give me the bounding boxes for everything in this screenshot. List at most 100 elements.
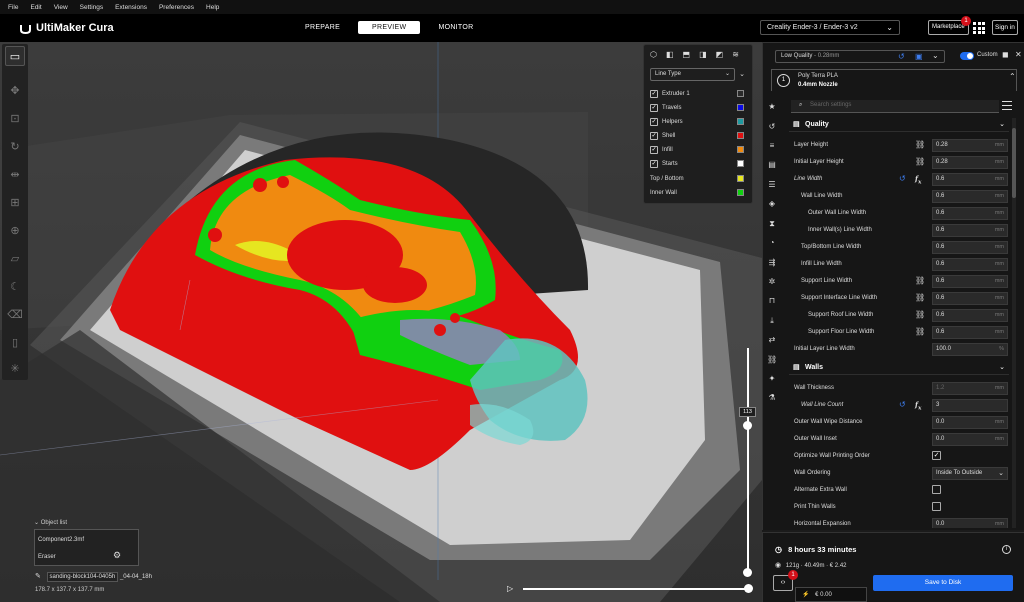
scale-icon[interactable]: ⊡ bbox=[5, 108, 25, 128]
cube-left-icon[interactable]: ◨ bbox=[699, 50, 707, 59]
experimental-icon[interactable]: ⚗ bbox=[767, 393, 777, 403]
menu-help[interactable]: Help bbox=[206, 4, 219, 11]
extruder-toggle[interactable]: ✓ Extruder 1 bbox=[650, 88, 748, 99]
starts-toggle[interactable]: ✓ Starts bbox=[650, 158, 748, 169]
setting-checkbox[interactable] bbox=[932, 502, 941, 511]
cylinder-icon[interactable]: ▯ bbox=[5, 332, 25, 352]
play-simulation-icon[interactable]: ▷ bbox=[507, 584, 513, 593]
checkbox-icon[interactable]: ✓ bbox=[650, 117, 658, 126]
job-name-field[interactable]: sanding-block104-0405h bbox=[46, 572, 119, 582]
infill-toggle[interactable]: ✓ Infill bbox=[650, 144, 748, 155]
checkbox-icon[interactable]: ✓ bbox=[650, 103, 658, 112]
travels-toggle[interactable]: ✓ Travels bbox=[650, 102, 748, 113]
setting-value-field[interactable]: 0.28 mm bbox=[932, 156, 1008, 169]
setting-value-field[interactable]: 0.28 mm bbox=[932, 139, 1008, 152]
quality-selector[interactable]: Low Quality - 0.28mm ↺ ▣ ⌄ bbox=[775, 50, 945, 63]
setting-value-field[interactable]: 0.6 mm bbox=[932, 258, 1008, 271]
cube-3d-icon[interactable]: ⬡ bbox=[650, 50, 657, 59]
top-bottom-icon[interactable]: ☰ bbox=[767, 180, 777, 190]
adhesion-icon[interactable]: ⤓ bbox=[767, 316, 777, 326]
layer-number[interactable]: 113 bbox=[739, 407, 756, 417]
collapse-panel-icon[interactable]: ⌃ bbox=[1009, 72, 1016, 81]
close-icon[interactable]: ✕ bbox=[1015, 50, 1022, 59]
setting-value-field[interactable]: 0.6 mm bbox=[932, 224, 1008, 237]
setting-value-field[interactable]: 0.6 mm bbox=[932, 292, 1008, 305]
quality-icon[interactable]: ≡ bbox=[767, 141, 777, 151]
app-switcher-icon[interactable] bbox=[973, 22, 985, 34]
scrollbar-thumb[interactable] bbox=[1012, 128, 1016, 198]
setting-value-field[interactable]: 100.0% bbox=[932, 343, 1008, 356]
object-item[interactable]: Component2.3mf bbox=[38, 537, 84, 543]
setting-value-field[interactable]: 1.2 mm bbox=[932, 382, 1008, 395]
menu-edit[interactable]: Edit bbox=[30, 4, 41, 11]
tab-preview[interactable]: PREVIEW bbox=[358, 21, 421, 34]
layer-slider-upper-handle[interactable] bbox=[743, 421, 752, 430]
object-item[interactable]: Eraser bbox=[38, 554, 56, 560]
category-header-quality[interactable]: ▤ Quality ⌄ bbox=[789, 118, 1009, 132]
setting-checkbox[interactable] bbox=[932, 485, 941, 494]
reset-icon[interactable]: ↺ bbox=[899, 400, 906, 409]
menu-extensions[interactable]: Extensions bbox=[115, 4, 147, 11]
reset-icon[interactable]: ↺ bbox=[767, 122, 777, 132]
cube-top-icon[interactable]: ⬒ bbox=[683, 50, 691, 59]
cooling-icon[interactable]: ✲ bbox=[767, 277, 777, 287]
star-icon[interactable]: ★ bbox=[767, 102, 777, 112]
open-file-icon[interactable]: ▭ bbox=[5, 46, 25, 66]
extruder-material-row[interactable]: 1 Poly Terra PLA 0.4mm Nozzle bbox=[771, 69, 1017, 91]
simulation-slider[interactable] bbox=[523, 588, 749, 590]
special-modes-icon[interactable]: ✦ bbox=[767, 374, 777, 384]
setting-value-field[interactable]: 0.6 mm bbox=[932, 173, 1008, 186]
object-list-header[interactable]: ⌄ Object list bbox=[34, 519, 67, 526]
setting-value-field[interactable]: 0.0 mm bbox=[932, 433, 1008, 446]
per-object-settings-icon[interactable]: ⚙ bbox=[113, 550, 121, 561]
support-blocker-icon[interactable]: ⊕ bbox=[5, 220, 25, 240]
setting-value-field[interactable]: 0.6 mm bbox=[932, 190, 1008, 203]
material-icon[interactable]: ⧗ bbox=[767, 219, 777, 229]
setting-dropdown[interactable]: Inside To Outside ⌄ bbox=[932, 467, 1008, 480]
tab-prepare[interactable]: PREPARE bbox=[295, 21, 350, 34]
save-icon[interactable]: ◼ bbox=[1002, 50, 1009, 59]
tab-monitor[interactable]: MONITOR bbox=[428, 21, 483, 34]
checkbox-icon[interactable]: ✓ bbox=[650, 145, 658, 154]
menu-file[interactable]: File bbox=[8, 4, 18, 11]
save-to-disk-button[interactable]: Save to Disk bbox=[873, 575, 1013, 591]
helpers-toggle[interactable]: ✓ Helpers bbox=[650, 116, 748, 127]
tab-anti-warping-icon[interactable]: ☾ bbox=[5, 276, 25, 296]
info-icon[interactable]: i bbox=[1002, 545, 1011, 554]
chevron-down-icon[interactable]: ⌄ bbox=[932, 51, 939, 60]
menu-settings[interactable]: Settings bbox=[80, 4, 104, 11]
setting-value-field[interactable]: 0.6 mm bbox=[932, 241, 1008, 254]
mesh-fixes-icon[interactable]: ⛓ bbox=[767, 355, 777, 365]
setting-value-field[interactable]: 0.0 mm bbox=[932, 518, 1008, 528]
setting-checkbox[interactable]: ✓ bbox=[932, 451, 941, 460]
settings-scrollbar[interactable] bbox=[1012, 118, 1016, 528]
settings-menu-icon[interactable] bbox=[1002, 101, 1012, 110]
printer-selector[interactable]: Creality Ender-3 / Ender-3 v2 ⌄ bbox=[760, 20, 900, 35]
settings-gear-icon[interactable]: ✳ bbox=[5, 358, 25, 378]
panel-collapse-icon[interactable]: ⌄ bbox=[739, 70, 745, 78]
shell-toggle[interactable]: ✓ Shell bbox=[650, 130, 748, 141]
walls-icon[interactable]: ▤ bbox=[767, 160, 777, 170]
menu-preferences[interactable]: Preferences bbox=[159, 4, 194, 11]
custom-toggle[interactable] bbox=[960, 52, 974, 60]
mirror-icon[interactable]: ⇹ bbox=[5, 164, 25, 184]
line-type-select[interactable]: Line Type ⌄ bbox=[650, 68, 735, 81]
move-icon[interactable]: ✥ bbox=[5, 80, 25, 100]
save-profile-icon[interactable]: ▣ bbox=[915, 52, 923, 61]
layer-slider-track[interactable] bbox=[747, 348, 749, 572]
xray-icon[interactable]: ≋ bbox=[732, 50, 739, 59]
measure-icon[interactable]: ▱ bbox=[5, 248, 25, 268]
setting-value-field[interactable]: 0.6 mm bbox=[932, 309, 1008, 322]
setting-value-field[interactable]: 0.0 mm bbox=[932, 416, 1008, 429]
rotate-icon[interactable]: ↻ bbox=[5, 136, 25, 156]
infill-icon[interactable]: ◈ bbox=[767, 199, 777, 209]
speed-icon[interactable]: ◔ bbox=[767, 238, 777, 248]
checkbox-icon[interactable]: ✓ bbox=[650, 89, 658, 98]
checkbox-icon[interactable]: ✓ bbox=[650, 131, 658, 140]
checkbox-icon[interactable]: ✓ bbox=[650, 159, 658, 168]
reset-icon[interactable]: ↺ bbox=[898, 52, 905, 61]
travel-icon[interactable]: ⇶ bbox=[767, 258, 777, 268]
setting-value-field[interactable]: 3 bbox=[932, 399, 1008, 412]
paint-icon[interactable]: ⌫ bbox=[5, 304, 25, 324]
setting-value-field[interactable]: 0.6 mm bbox=[932, 207, 1008, 220]
